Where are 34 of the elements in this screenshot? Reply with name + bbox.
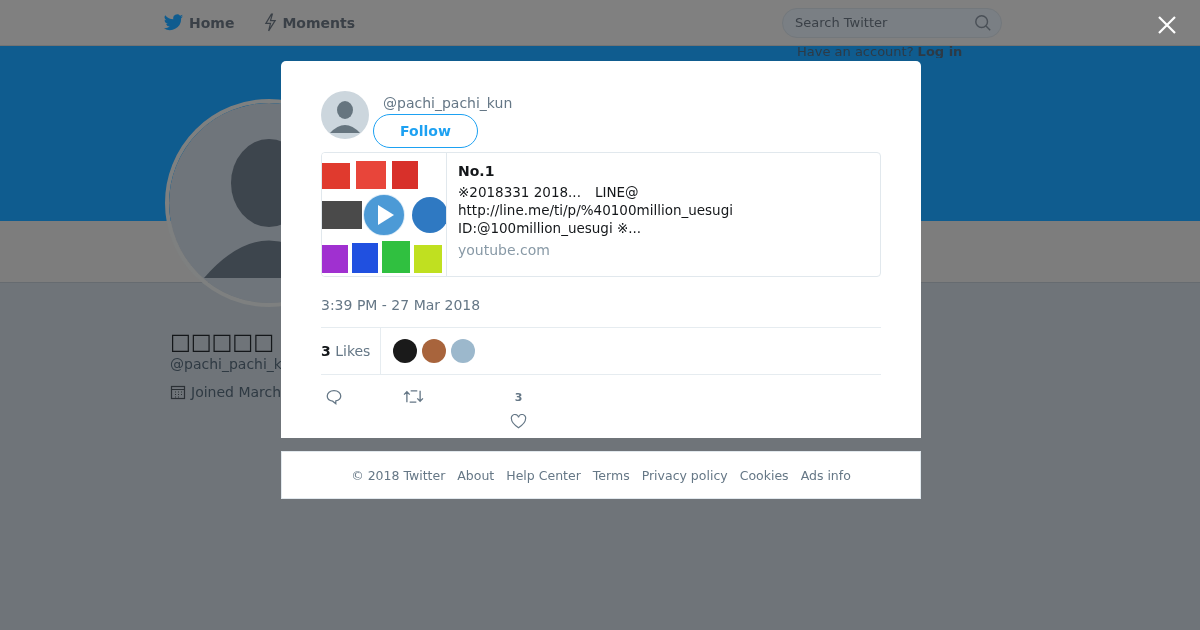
- likes-count[interactable]: 3 Likes: [321, 328, 382, 374]
- heart-icon[interactable]: [510, 414, 527, 429]
- avatar[interactable]: [393, 339, 418, 363]
- footer-link[interactable]: Ads info: [800, 467, 851, 483]
- card-domain: youtube.com: [458, 242, 551, 258]
- calendar-icon: [170, 384, 186, 400]
- close-icon[interactable]: [1157, 15, 1177, 35]
- link-card[interactable]: No.1 ※2018331 2018... LINE@ http://line.me/ti/p/%40100million_uesugi ID:@100million_uesugi ※... youtube.com: [321, 152, 881, 277]
- user-handle[interactable]: @pachi_pachi_kun: [383, 95, 513, 111]
- search-field[interactable]: Search Twitter: [782, 7, 1002, 38]
- footer-link[interactable]: Privacy policy: [641, 467, 728, 483]
- follow-button[interactable]: Follow: [373, 114, 478, 148]
- retweet-icon[interactable]: [403, 388, 424, 405]
- bird-icon: [163, 13, 184, 32]
- play-icon[interactable]: [362, 193, 406, 237]
- copyright: © 2018 Twitter: [351, 467, 446, 483]
- lightning-icon: [264, 13, 278, 32]
- footer-link[interactable]: Terms: [592, 467, 630, 483]
- search-icon: [974, 13, 992, 32]
- reply-icon[interactable]: [325, 388, 343, 406]
- card-title: No.1: [458, 163, 496, 179]
- footer-link[interactable]: About: [457, 467, 495, 483]
- like-count: 3: [514, 391, 523, 404]
- card-description: ※2018331 2018... LINE@ http://line.me/ti/p/%40100million_uesugi ID:@100million_uesugi ※...: [458, 183, 733, 237]
- avatar: [321, 91, 369, 139]
- profile-name: □□□□□: [170, 329, 275, 354]
- profile-handle: @pachi_pachi_k: [170, 356, 282, 372]
- nav-link[interactable]: Home: [163, 13, 235, 32]
- tweet-timestamp[interactable]: 3:39 PM - 27 Mar 2018: [321, 297, 881, 328]
- joined-date: Joined March: [191, 384, 282, 400]
- footer-link[interactable]: Help Center: [506, 467, 581, 483]
- nav-link[interactable]: Moments: [264, 13, 356, 32]
- footer-link[interactable]: Cookies: [739, 467, 789, 483]
- login-prompt: Have an account?: [797, 44, 914, 58]
